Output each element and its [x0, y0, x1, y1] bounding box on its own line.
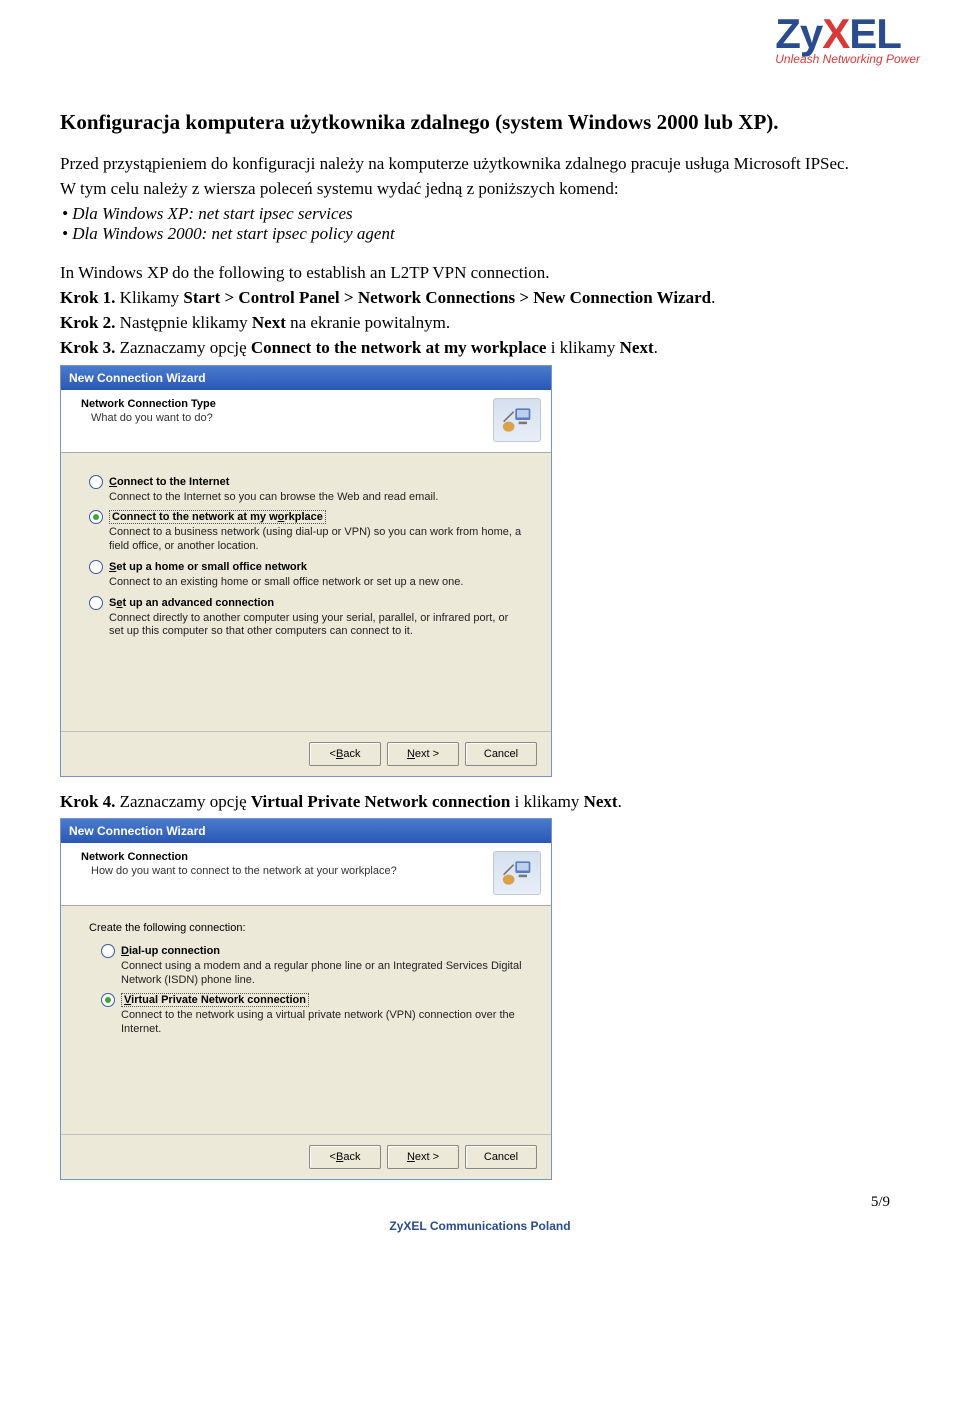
wizard-1-subheading: What do you want to do?: [91, 412, 485, 424]
opt2-desc: Connect to a business network (using dia…: [109, 526, 523, 554]
wizard-2-titlebar: New Connection Wizard: [61, 819, 551, 843]
cancel-button[interactable]: Cancel: [465, 742, 537, 766]
cancel-button[interactable]: Cancel: [465, 1145, 537, 1169]
step-1-dot: .: [711, 288, 715, 307]
opt4-rest: t up an advanced connection: [122, 597, 274, 609]
cancel-text2: Cancel: [484, 1151, 518, 1163]
w2opt2-rest: irtual Private Network connection: [131, 994, 306, 1006]
wizard-1-option-advanced[interactable]: Set up an advanced connection Connect di…: [89, 596, 523, 640]
wizard-1-titlebar: New Connection Wizard: [61, 366, 551, 390]
next-button[interactable]: Next >: [387, 1145, 459, 1169]
back-button[interactable]: < Back: [309, 1145, 381, 1169]
w2opt1-desc: Connect using a modem and a regular phon…: [121, 960, 523, 988]
wizard-icon: [493, 851, 541, 895]
radio-unchecked-icon[interactable]: [89, 475, 103, 489]
wizard-2-heading: Network Connection: [81, 851, 485, 863]
wizard-icon: [493, 398, 541, 442]
radio-checked-icon[interactable]: [89, 510, 103, 524]
step-4-text-b: i klikamy: [510, 792, 583, 811]
back-button[interactable]: < Back: [309, 742, 381, 766]
next-rest: ext >: [415, 748, 439, 760]
next-button[interactable]: Next >: [387, 742, 459, 766]
step-4-text-a: Zaznaczamy opcję: [115, 792, 250, 811]
step-3: Krok 3. Zaznaczamy opcję Connect to the …: [60, 337, 900, 358]
wizard-2-subheading: How do you want to connect to the networ…: [91, 865, 485, 877]
step-3-text-b: i klikamy: [546, 338, 619, 357]
step-1-label: Krok 1.: [60, 288, 115, 307]
logo-tagline: Unleash Networking Power: [775, 52, 920, 66]
wizard-1-banner: Network Connection Type What do you want…: [61, 390, 551, 453]
step-2-label: Krok 2.: [60, 313, 115, 332]
logo-z: Z: [775, 10, 800, 57]
step-2-next: Next: [252, 313, 286, 332]
opt3-desc: Connect to an existing home or small off…: [109, 576, 523, 590]
step-2: Krok 2. Następnie klikamy Next na ekrani…: [60, 312, 900, 333]
logo-x: X: [822, 10, 849, 57]
step-3-option: Connect to the network at my workplace: [251, 338, 547, 357]
wizard-2-option-vpn[interactable]: Virtual Private Network connection Conne…: [101, 993, 523, 1037]
english-instruction: In Windows XP do the following to establ…: [60, 262, 900, 283]
step-4-dot: .: [618, 792, 622, 811]
w2opt1-rest: ial-up connection: [129, 945, 220, 957]
radio-unchecked-icon[interactable]: [89, 596, 103, 610]
wizard-1-option-workplace[interactable]: Connect to the network at my workplace C…: [89, 510, 523, 554]
step-1: Krok 1. Klikamy Start > Control Panel > …: [60, 287, 900, 308]
step-4-next: Next: [584, 792, 618, 811]
step-4-label: Krok 4.: [60, 792, 115, 811]
wizard-window-1: New Connection Wizard Network Connection…: [60, 365, 552, 777]
step-3-label: Krok 3.: [60, 338, 115, 357]
page-number: 5/9: [60, 1194, 900, 1211]
w2opt1-u: D: [121, 945, 129, 957]
step-2-text-a: Następnie klikamy: [115, 313, 251, 332]
opt3-rest: et up a home or small office network: [116, 561, 307, 573]
intro-paragraph: Przed przystąpieniem do konfiguracji nal…: [60, 153, 900, 174]
wizard-1-heading: Network Connection Type: [81, 398, 485, 410]
logo-el: EL: [849, 10, 901, 57]
opt1-desc: Connect to the Internet so you can brows…: [109, 491, 523, 505]
next-u2: N: [407, 1151, 415, 1163]
next-rest2: ext >: [415, 1151, 439, 1163]
step-1-path: Start > Control Panel > Network Connecti…: [183, 288, 711, 307]
step-2-text-b: na ekranie powitalnym.: [286, 313, 450, 332]
back-u2: B: [336, 1151, 343, 1163]
opt2-rest: rkplace: [284, 511, 323, 523]
wizard-1-option-internet[interactable]: Connect to the Internet Connect to the I…: [89, 475, 523, 505]
opt4-desc: Connect directly to another computer usi…: [109, 612, 523, 640]
radio-unchecked-icon[interactable]: [101, 944, 115, 958]
page-heading: Konfiguracja komputera użytkownika zdaln…: [60, 110, 900, 135]
wizard-2-option-dialup[interactable]: Dial-up connection Connect using a modem…: [101, 944, 523, 988]
next-u: N: [407, 748, 415, 760]
commands-intro: W tym celu należy z wiersza poleceń syst…: [60, 178, 900, 199]
cancel-text: Cancel: [484, 748, 518, 760]
radio-checked-icon[interactable]: [101, 993, 115, 1007]
opt1-u: C: [109, 476, 117, 488]
wizard-1-option-home[interactable]: Set up a home or small office network Co…: [89, 560, 523, 590]
opt1-rest: onnect to the Internet: [117, 476, 229, 488]
brand-logo: ZyXEL Unleash Networking Power: [775, 10, 920, 66]
back-rest2: ack: [343, 1151, 360, 1163]
step-3-text-a: Zaznaczamy opcję: [115, 338, 250, 357]
back-rest: ack: [343, 748, 360, 760]
command-2000: • Dla Windows 2000: net start ipsec poli…: [62, 224, 900, 244]
w2opt2-desc: Connect to the network using a virtual p…: [121, 1009, 523, 1037]
step-3-dot: .: [654, 338, 658, 357]
step-1-text-a: Klikamy: [115, 288, 183, 307]
logo-y: y: [800, 10, 822, 57]
step-4: Krok 4. Zaznaczamy opcję Virtual Private…: [60, 791, 900, 812]
wizard-2-banner: Network Connection How do you want to co…: [61, 843, 551, 906]
step-4-option: Virtual Private Network connection: [251, 792, 511, 811]
step-3-next: Next: [620, 338, 654, 357]
command-xp: • Dla Windows XP: net start ipsec servic…: [62, 204, 900, 224]
footer-text: ZyXEL Communications Poland: [60, 1219, 900, 1233]
wizard-2-create-label: Create the following connection:: [89, 922, 523, 934]
back-u: B: [336, 748, 343, 760]
opt2-pre: Connect to the network at my w: [112, 511, 278, 523]
radio-unchecked-icon[interactable]: [89, 560, 103, 574]
wizard-window-2: New Connection Wizard Network Connection…: [60, 818, 552, 1180]
